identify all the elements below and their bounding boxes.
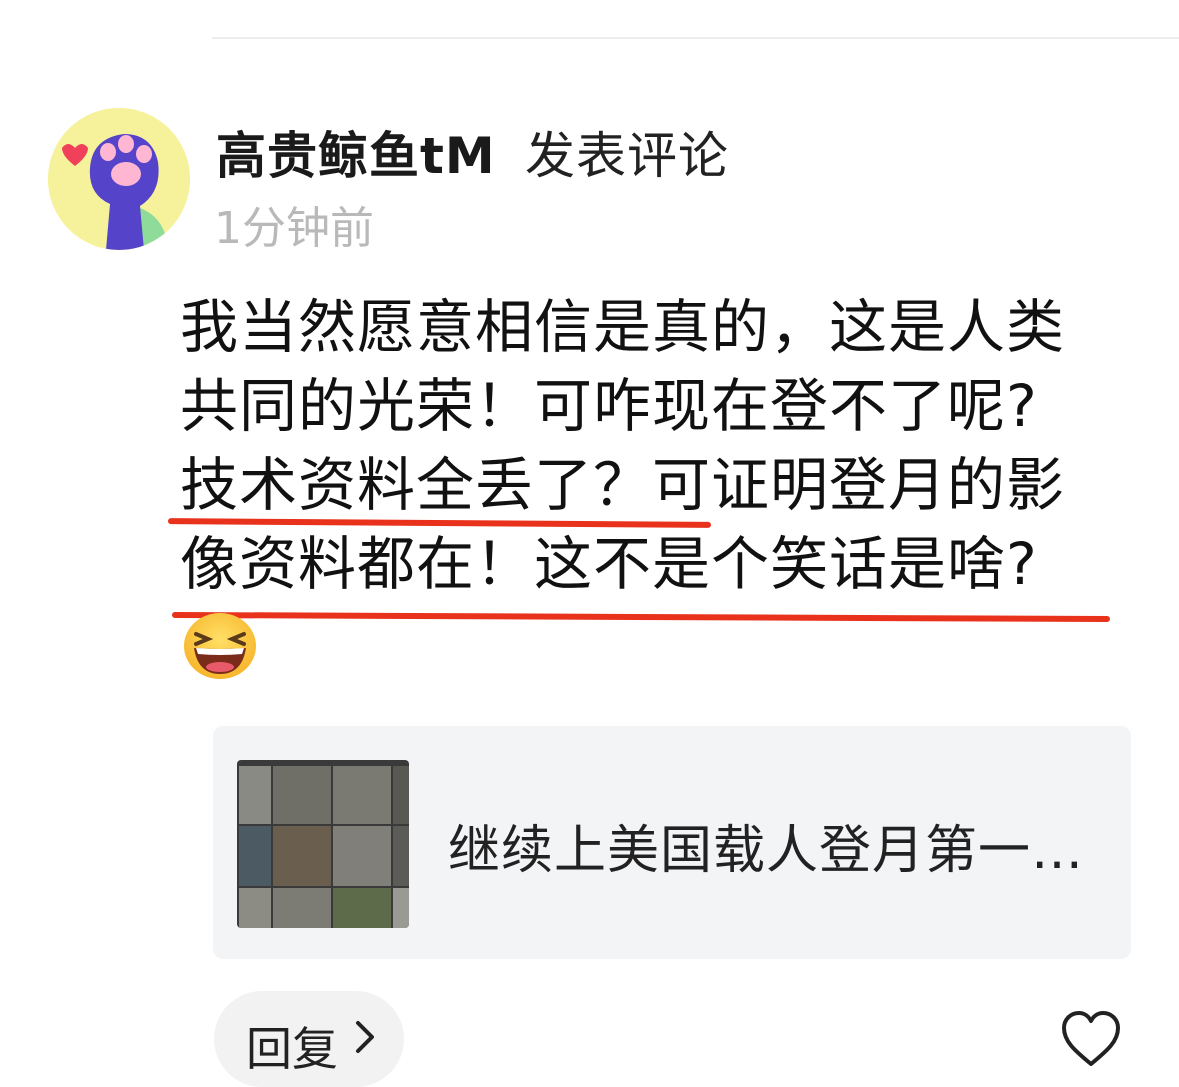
comment-text-line-2: 共同的光荣！可咋现在登不了呢?	[180, 372, 1038, 440]
laughing-face-icon	[184, 613, 256, 679]
reply-button-label: 回复	[246, 1022, 338, 1076]
reply-button[interactable]: 回复	[214, 991, 404, 1087]
timestamp: 1分钟前	[214, 203, 374, 254]
username[interactable]: 高贵鲸鱼tM	[216, 116, 496, 188]
comment-action-label: 发表评论	[525, 127, 729, 185]
moon-landing-photo-grid	[237, 760, 409, 928]
top-divider	[212, 37, 1179, 39]
linked-post-title[interactable]: 继续上美国载人登月第一…	[448, 808, 1084, 883]
comment-text-line-4: 像资料都在！这不是个笑话是啥?	[180, 530, 1038, 598]
chevron-right-icon	[356, 1021, 374, 1053]
cat-paw-avatar-icon	[48, 108, 190, 250]
avatar[interactable]	[48, 108, 190, 250]
heart-outline-icon[interactable]	[1060, 1010, 1122, 1068]
comment-text-line-3: 技术资料全丢了？可证明登月的影	[180, 451, 1066, 519]
red-underline-2	[171, 611, 1111, 623]
comment-text-line-1: 我当然愿意相信是真的，这是人类	[180, 293, 1066, 361]
